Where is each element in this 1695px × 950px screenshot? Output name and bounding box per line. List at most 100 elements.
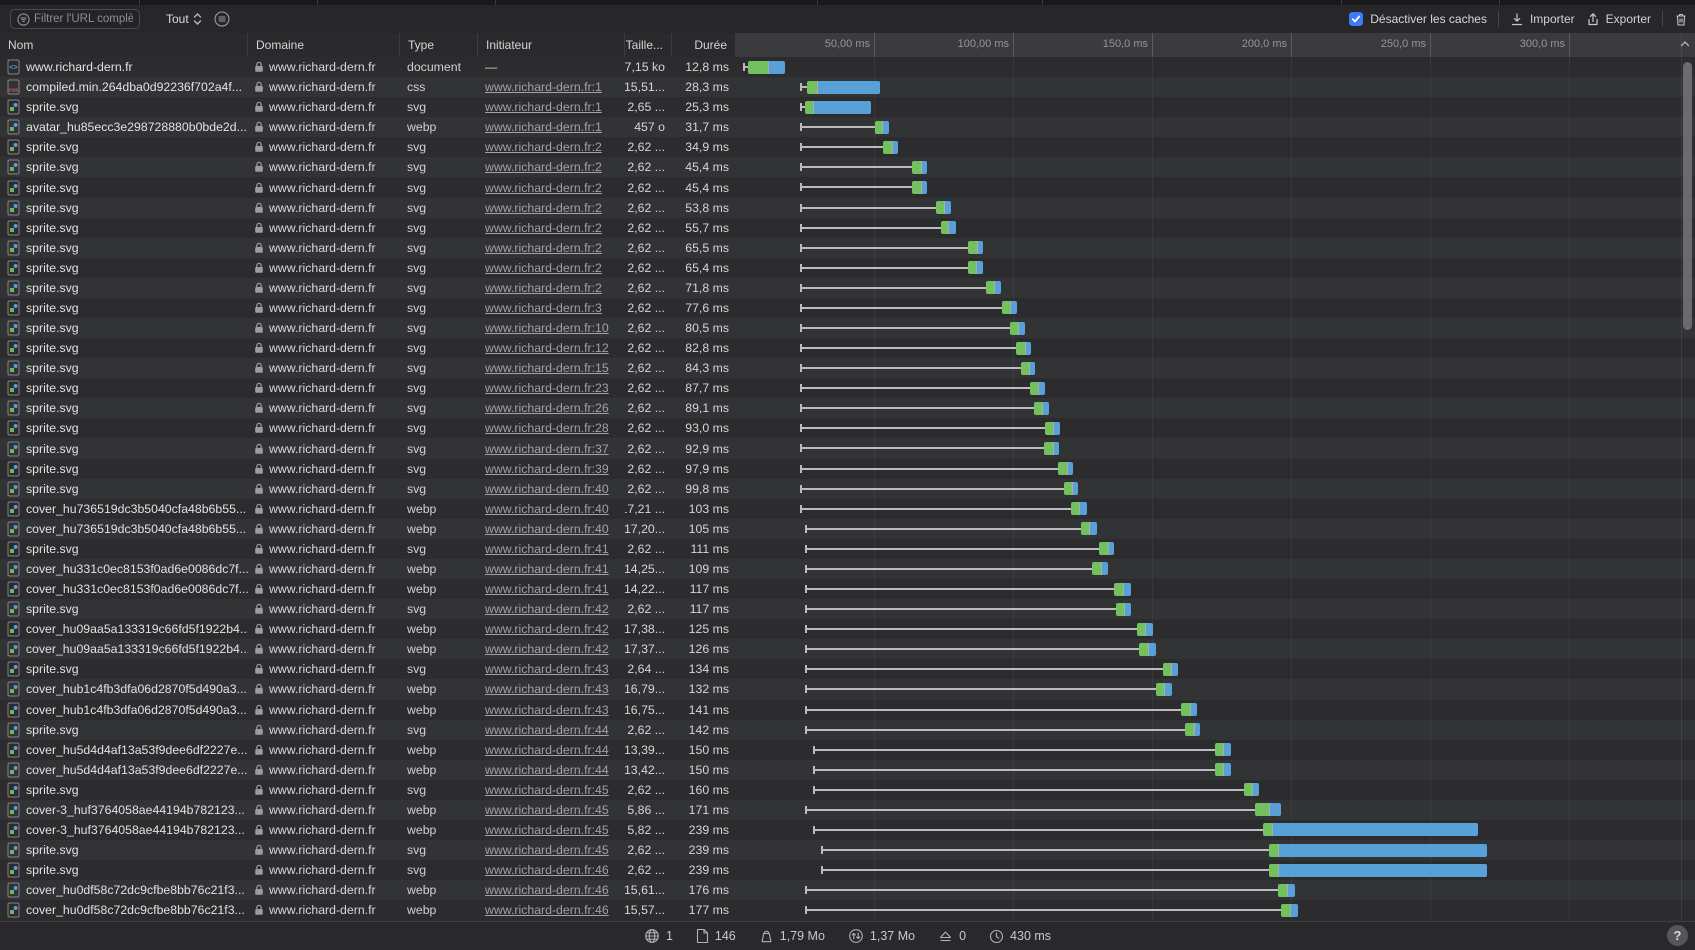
initiator-link[interactable]: www.richard-dern.fr:37: [485, 442, 609, 456]
initiator-link[interactable]: www.richard-dern.fr:28: [485, 421, 609, 435]
request-row[interactable]: sprite.svgwww.richard-dern.frsvgwww.rich…: [0, 137, 1695, 157]
disable-caches-toggle[interactable]: Désactiver les caches: [1349, 12, 1487, 26]
request-row[interactable]: sprite.svgwww.richard-dern.frsvgwww.rich…: [0, 840, 1695, 860]
initiator-link[interactable]: www.richard-dern.fr:40: [485, 522, 609, 536]
request-row[interactable]: sprite.svgwww.richard-dern.frsvgwww.rich…: [0, 418, 1695, 438]
request-row[interactable]: sprite.svgwww.richard-dern.frsvgwww.rich…: [0, 258, 1695, 278]
initiator-link[interactable]: www.richard-dern.fr:39: [485, 462, 609, 476]
request-row[interactable]: sprite.svgwww.richard-dern.frsvgwww.rich…: [0, 97, 1695, 117]
initiator-link[interactable]: www.richard-dern.fr:46: [485, 863, 609, 877]
request-row[interactable]: <>www.richard-dern.frwww.richard-dern.fr…: [0, 57, 1695, 77]
request-row[interactable]: sprite.svgwww.richard-dern.frsvgwww.rich…: [0, 438, 1695, 458]
waterfall-bar[interactable]: [1092, 562, 1108, 575]
waterfall-bar[interactable]: [883, 141, 898, 154]
column-header-size[interactable]: Taille...: [625, 33, 672, 57]
waterfall-bar[interactable]: [1156, 683, 1172, 696]
waterfall-bar[interactable]: [1244, 783, 1259, 796]
waterfall-bar[interactable]: [1137, 623, 1153, 636]
request-row[interactable]: sprite.svgwww.richard-dern.frsvgwww.rich…: [0, 398, 1695, 418]
initiator-link[interactable]: www.richard-dern.fr:10: [485, 321, 609, 335]
waterfall-bar[interactable]: [875, 121, 889, 134]
waterfall-bar[interactable]: [912, 161, 927, 174]
waterfall-bar[interactable]: [1064, 482, 1079, 495]
request-row[interactable]: sprite.svgwww.richard-dern.frsvgwww.rich…: [0, 780, 1695, 800]
initiator-link[interactable]: www.richard-dern.fr:45: [485, 783, 609, 797]
filter-options-button[interactable]: [214, 11, 230, 27]
request-row[interactable]: cover-3_huf3764058ae44194b782123...www.r…: [0, 800, 1695, 820]
request-row[interactable]: sprite.svgwww.richard-dern.frsvgwww.rich…: [0, 338, 1695, 358]
column-header-duration[interactable]: Durée: [672, 33, 736, 57]
waterfall-bar[interactable]: [1002, 301, 1017, 314]
initiator-link[interactable]: www.richard-dern.fr:45: [485, 803, 609, 817]
waterfall-bar[interactable]: [1030, 382, 1045, 395]
waterfall-bar[interactable]: [1281, 904, 1297, 917]
column-header-name[interactable]: Nom: [0, 33, 248, 57]
request-row[interactable]: cover_hu736519dc3b5040cfa48b6b55...www.r…: [0, 519, 1695, 539]
waterfall-bar[interactable]: [748, 61, 785, 74]
waterfall-bar[interactable]: [1016, 342, 1031, 355]
initiator-link[interactable]: www.richard-dern.fr:2: [485, 201, 602, 215]
waterfall-bar[interactable]: [1215, 763, 1231, 776]
waterfall-bar[interactable]: [912, 181, 927, 194]
waterfall-bar[interactable]: [1255, 803, 1281, 816]
checkbox-checked-icon[interactable]: [1349, 12, 1363, 26]
initiator-link[interactable]: www.richard-dern.fr:41: [485, 542, 609, 556]
waterfall-bar[interactable]: [1034, 402, 1049, 415]
request-row[interactable]: sprite.svgwww.richard-dern.frsvgwww.rich…: [0, 298, 1695, 318]
waterfall-bar[interactable]: [1045, 422, 1060, 435]
initiator-link[interactable]: www.richard-dern.fr:23: [485, 381, 609, 395]
waterfall-bar[interactable]: [1185, 723, 1200, 736]
request-row[interactable]: cover_hu0df58c72dc9cfbe8bb76c21f3...www.…: [0, 900, 1695, 920]
initiator-link[interactable]: www.richard-dern.fr:40: [485, 482, 609, 496]
request-row[interactable]: sprite.svgwww.richard-dern.frsvgwww.rich…: [0, 358, 1695, 378]
column-header-type[interactable]: Type: [400, 33, 478, 57]
request-row[interactable]: avatar_hu85ecc3e298728880b0bde2d...www.r…: [0, 117, 1695, 137]
clear-network-items-button[interactable]: [1674, 12, 1688, 27]
initiator-link[interactable]: www.richard-dern.fr:45: [485, 843, 609, 857]
waterfall-bar[interactable]: [1278, 884, 1294, 897]
help-button[interactable]: ?: [1667, 925, 1688, 946]
request-row[interactable]: cover_hu5d4d4af13a53f9dee6df2227e...www.…: [0, 760, 1695, 780]
waterfall-bar[interactable]: [1114, 583, 1130, 596]
initiator-link[interactable]: www.richard-dern.fr:2: [485, 281, 602, 295]
initiator-link[interactable]: www.richard-dern.fr:43: [485, 682, 609, 696]
request-row[interactable]: sprite.svgwww.richard-dern.frsvgwww.rich…: [0, 459, 1695, 479]
waterfall-bar[interactable]: [941, 221, 956, 234]
request-row[interactable]: cover_hu09aa5a133319c66fd5f1922b4...www.…: [0, 639, 1695, 659]
initiator-link[interactable]: www.richard-dern.fr:40: [485, 502, 609, 516]
initiator-link[interactable]: www.richard-dern.fr:44: [485, 743, 609, 757]
waterfall-bar[interactable]: [1163, 663, 1178, 676]
request-row[interactable]: cover_hub1c4fb3dfa06d2870f5d490a3...www.…: [0, 679, 1695, 699]
waterfall-bar[interactable]: [986, 281, 1001, 294]
url-filter-input[interactable]: [34, 13, 133, 25]
request-row[interactable]: sprite.svgwww.richard-dern.frsvgwww.rich…: [0, 599, 1695, 619]
waterfall-bar[interactable]: [1116, 603, 1131, 616]
export-button[interactable]: Exporter: [1586, 12, 1651, 27]
initiator-link[interactable]: www.richard-dern.fr:15: [485, 361, 609, 375]
initiator-link[interactable]: www.richard-dern.fr:1: [485, 100, 602, 114]
initiator-link[interactable]: www.richard-dern.fr:46: [485, 883, 609, 897]
initiator-link[interactable]: www.richard-dern.fr:2: [485, 160, 602, 174]
resource-type-dropdown[interactable]: Tout: [166, 5, 202, 33]
request-row[interactable]: sprite.svgwww.richard-dern.frsvgwww.rich…: [0, 539, 1695, 559]
request-row[interactable]: sprite.svgwww.richard-dern.frsvgwww.rich…: [0, 198, 1695, 218]
waterfall-bar[interactable]: [1010, 322, 1025, 335]
waterfall-bar[interactable]: [805, 101, 871, 114]
waterfall-bar[interactable]: [1215, 743, 1231, 756]
request-row[interactable]: sprite.svgwww.richard-dern.frsvgwww.rich…: [0, 278, 1695, 298]
request-row[interactable]: cover-3_huf3764058ae44194b782123...www.r…: [0, 820, 1695, 840]
waterfall-bar[interactable]: [1081, 522, 1097, 535]
request-row[interactable]: cover_hu331c0ec8153f0ad6e0086dc7f...www.…: [0, 579, 1695, 599]
initiator-link[interactable]: www.richard-dern.fr:2: [485, 221, 602, 235]
column-header-initiator[interactable]: Initiateur: [478, 33, 625, 57]
request-row[interactable]: sprite.svgwww.richard-dern.frsvgwww.rich…: [0, 659, 1695, 679]
url-filter-field[interactable]: [10, 9, 140, 29]
request-row[interactable]: sprite.svgwww.richard-dern.frsvgwww.rich…: [0, 157, 1695, 177]
initiator-link[interactable]: www.richard-dern.fr:43: [485, 703, 609, 717]
request-row[interactable]: csscompiled.min.264dba0d92236f702a4f...w…: [0, 77, 1695, 97]
request-row[interactable]: sprite.svgwww.richard-dern.frsvgwww.rich…: [0, 479, 1695, 499]
request-row[interactable]: cover_hu0df58c72dc9cfbe8bb76c21f3...www.…: [0, 880, 1695, 900]
initiator-link[interactable]: www.richard-dern.fr:42: [485, 622, 609, 636]
waterfall-bar[interactable]: [1269, 864, 1487, 877]
request-row[interactable]: cover_hub1c4fb3dfa06d2870f5d490a3...www.…: [0, 700, 1695, 720]
